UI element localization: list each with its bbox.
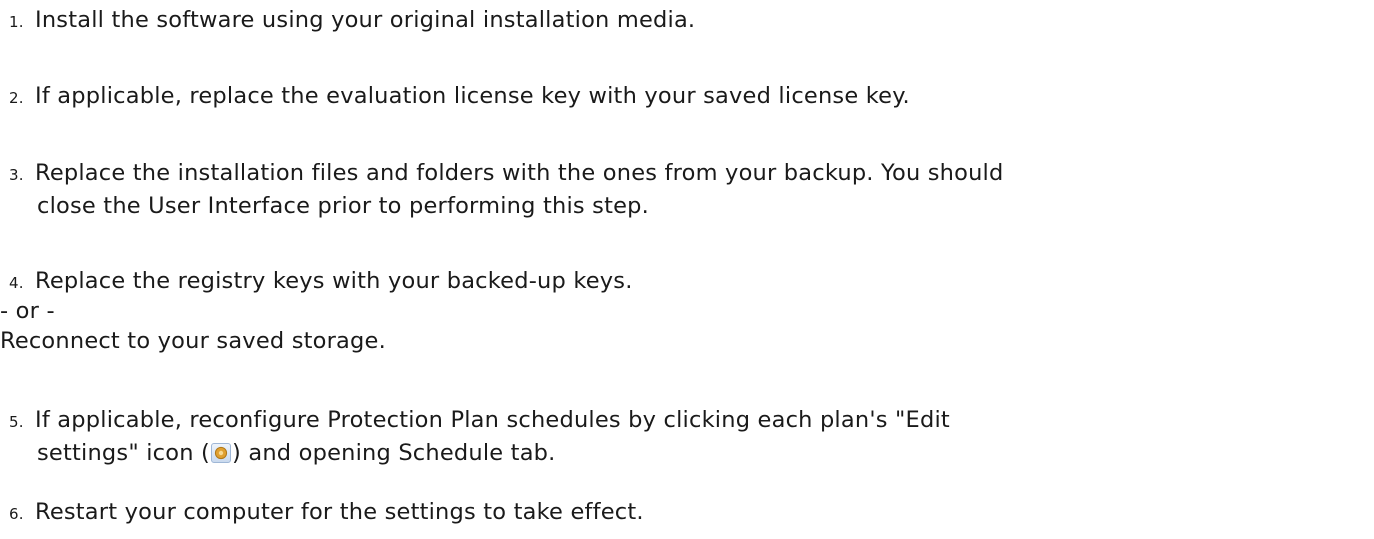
- step-number: 3.: [9, 166, 24, 184]
- step-text-line-2: settings" icon ( ) and opening Schedule t…: [9, 438, 1369, 469]
- or-separator: - or -: [0, 298, 55, 324]
- step-text: Replace the registry keys with your back…: [35, 268, 633, 294]
- step-text-line-1: If applicable, reconfigure Protection Pl…: [35, 407, 950, 433]
- step-text: If applicable, replace the evaluation li…: [35, 83, 910, 109]
- step-5: 5. If applicable, reconfigure Protection …: [9, 405, 1369, 469]
- step-text-line-2: close the User Interface prior to perfor…: [37, 193, 650, 219]
- step-number: 1.: [9, 13, 24, 31]
- step-text: Install the software using your original…: [35, 7, 696, 33]
- step-6: 6. Restart your computer for the settings…: [9, 497, 1369, 530]
- step-number: 4.: [9, 274, 24, 292]
- step-number: 5.: [9, 413, 24, 431]
- alternative-step-text: Reconnect to your saved storage.: [0, 328, 386, 354]
- step-text-line-1: Replace the installation files and folde…: [35, 160, 1004, 186]
- gear-icon: [211, 443, 232, 463]
- instructions-document: 1. Install the software using your origin…: [0, 0, 1374, 539]
- step-3: 3. Replace the installation files and fol…: [9, 158, 1369, 222]
- step-number: 6.: [9, 505, 24, 523]
- step-4: 4. Replace the registry keys with your ba…: [9, 266, 1369, 299]
- step-text-after-icon: ) and opening Schedule tab.: [232, 440, 556, 466]
- step-1: 1. Install the software using your origin…: [9, 5, 1369, 38]
- step-number: 2.: [9, 89, 24, 107]
- step-2: 2. If applicable, replace the evaluation …: [9, 81, 1369, 114]
- step-text: Restart your computer for the settings t…: [35, 499, 644, 525]
- step-text-before-icon: settings" icon (: [37, 440, 211, 466]
